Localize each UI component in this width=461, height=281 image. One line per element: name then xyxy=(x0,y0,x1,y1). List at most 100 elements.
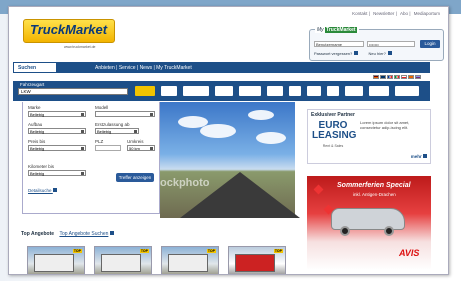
login-title-prefix: My xyxy=(317,27,324,33)
login-button[interactable]: Login xyxy=(420,40,440,48)
link-media[interactable]: Mediaportum xyxy=(414,11,440,16)
login-links: Passwort vergessen? Neu hier? xyxy=(314,51,392,56)
car-image xyxy=(331,208,405,236)
wheel-shape xyxy=(340,226,350,236)
avis-logo: AVIS xyxy=(399,248,420,258)
register-link[interactable]: Neu hier? xyxy=(369,51,386,56)
arrow-icon xyxy=(387,51,392,55)
mileage-value: Beliebig xyxy=(30,171,45,176)
vehicle-type-select[interactable]: LKW xyxy=(18,88,128,95)
logo-tagline: www.truckmarket.de xyxy=(64,45,96,49)
body-label: Aufbau xyxy=(28,122,43,127)
tractor-icon[interactable] xyxy=(161,86,177,96)
flag-de-icon[interactable] xyxy=(373,75,379,79)
language-flags xyxy=(373,75,422,80)
top-badge: TOP xyxy=(72,249,82,253)
top-offers-title: Top Angebote xyxy=(21,231,55,237)
hero-image: ockphoto xyxy=(160,102,300,218)
crane-icon[interactable] xyxy=(289,86,301,96)
tanker-icon[interactable] xyxy=(345,86,363,96)
offer-thumbnail[interactable]: TOP xyxy=(161,246,219,274)
flag-it-icon[interactable] xyxy=(394,75,400,79)
partner-more-link[interactable]: mehr xyxy=(411,154,427,159)
model-select[interactable] xyxy=(95,111,155,117)
kite-icon xyxy=(313,184,324,195)
logo-text: TruckMarket xyxy=(30,22,108,37)
semitrailer-icon[interactable] xyxy=(239,86,261,96)
partner-title: Exklusiver Partner xyxy=(311,112,355,118)
price-value: Beliebig xyxy=(30,146,45,151)
car-transporter-icon[interactable] xyxy=(369,86,389,96)
partner-more-label: mehr xyxy=(410,154,422,159)
link-contact[interactable]: Kontakt xyxy=(352,11,367,16)
make-select[interactable]: Beliebig xyxy=(28,111,86,117)
truck-icon[interactable] xyxy=(135,86,155,96)
vehicle-type-bar: Fahrzeugart LKW xyxy=(13,81,430,101)
truckmarket-logo[interactable]: TruckMarket www.truckmarket.de xyxy=(23,19,115,49)
make-label: Marke xyxy=(28,105,41,110)
forgot-password-link[interactable]: Passwort vergessen? xyxy=(314,51,352,56)
bus-icon[interactable] xyxy=(395,86,419,96)
arrow-icon xyxy=(52,188,57,192)
top-links: Kontakt | Newsletter | Abo | Mediaportum xyxy=(352,11,440,16)
flag-ru-icon[interactable] xyxy=(415,75,421,79)
body-value: Beliebig xyxy=(30,129,45,134)
mileage-select[interactable]: Beliebig xyxy=(28,170,86,176)
password-field[interactable]: ••••••• xyxy=(367,41,415,47)
offer-thumbnail[interactable]: TOP xyxy=(228,246,286,274)
mileage-label: Kilometer bis xyxy=(28,164,55,169)
flag-fr-icon[interactable] xyxy=(387,75,393,79)
cloud-shape xyxy=(200,124,236,138)
search-form: Marke Beliebig Modell Aufbau Beliebig Er… xyxy=(22,102,160,214)
registration-select[interactable]: Beliebig xyxy=(95,128,139,134)
flag-uk-icon[interactable] xyxy=(380,75,386,79)
van-icon[interactable] xyxy=(215,86,233,96)
top-offers-header: Top Angebote Top Angebote Suchen xyxy=(21,231,114,237)
forklift-icon[interactable] xyxy=(327,86,339,96)
radius-value: 50 km xyxy=(129,146,140,151)
username-label: Benutzername xyxy=(316,42,343,47)
trailer-icon[interactable] xyxy=(183,86,209,96)
arrow-icon xyxy=(423,154,427,158)
vehicle-type-label: Fahrzeugart xyxy=(20,82,45,87)
top-offers-link[interactable]: Top Angebote Suchen xyxy=(59,231,108,237)
offer-thumbnail[interactable]: TOP xyxy=(27,246,85,274)
radius-select[interactable]: 50 km xyxy=(127,145,155,151)
partner-text: Lorem ipsum dolor sit amet, consectetur … xyxy=(360,120,410,130)
browser-page: Kontakt | Newsletter | Abo | Mediaportum… xyxy=(0,0,461,281)
body-select[interactable]: Beliebig xyxy=(28,128,86,134)
detail-search-label: Detailsuche xyxy=(28,188,52,193)
truck-image xyxy=(34,254,74,272)
arrow-icon xyxy=(354,51,359,55)
zip-input[interactable] xyxy=(95,145,121,151)
registration-label: Erstzulassung ab xyxy=(95,122,130,127)
truck-image xyxy=(101,254,141,272)
make-value: Beliebig xyxy=(30,112,45,117)
box-truck-icon[interactable] xyxy=(267,86,283,96)
zip-label: PLZ xyxy=(95,139,104,144)
ad-subtitle: inkl. Antigen-Drachen xyxy=(353,192,396,197)
show-results-button[interactable]: Treffer anzeigen xyxy=(116,173,154,182)
link-newsletter[interactable]: Newsletter xyxy=(373,11,394,16)
website-frame: Kontakt | Newsletter | Abo | Mediaportum… xyxy=(8,6,449,275)
link-abo[interactable]: Abo xyxy=(400,11,408,16)
tab-search[interactable]: Suchen xyxy=(13,62,57,73)
avis-ad-banner[interactable]: Sommerferien Special inkl. Antigen-Drach… xyxy=(307,176,431,270)
login-title-brand: TruckMarket xyxy=(325,27,357,33)
username-field[interactable]: Benutzername xyxy=(314,41,364,47)
offer-thumbnail[interactable]: TOP xyxy=(94,246,152,274)
detail-search-link[interactable]: Detailsuche xyxy=(28,188,57,193)
cloud-shape xyxy=(256,132,286,144)
price-select[interactable]: Beliebig xyxy=(28,145,86,151)
logo-leasing: LEASING xyxy=(312,130,357,141)
main-nav: Suchen Anbieten | Service | News | My Tr… xyxy=(13,62,430,73)
top-badge: TOP xyxy=(139,249,149,253)
flag-pl-icon[interactable] xyxy=(401,75,407,79)
cloud-shape xyxy=(248,110,274,120)
login-box: My TruckMarket Benutzername ••••••• Logi… xyxy=(309,27,444,61)
nav-links[interactable]: Anbieten | Service | News | My TruckMark… xyxy=(95,65,192,71)
flag-es-icon[interactable] xyxy=(408,75,414,79)
euroleasing-logo[interactable]: EURO LEASING Rent & Sales xyxy=(312,121,357,151)
excavator-icon[interactable] xyxy=(307,86,321,96)
truck-image xyxy=(235,254,275,272)
